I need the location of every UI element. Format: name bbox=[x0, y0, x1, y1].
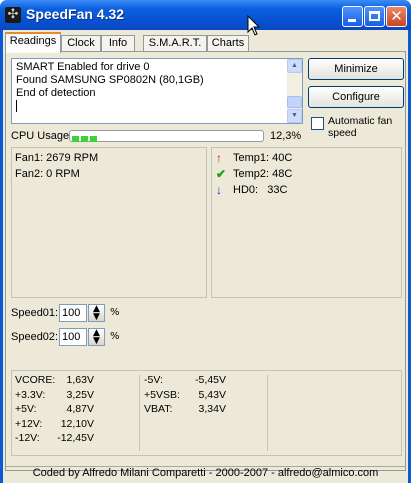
speed02-label: Speed02: bbox=[11, 331, 59, 343]
voltage-row: +5V: 4,87V bbox=[15, 403, 94, 415]
tab-clock[interactable]: Clock bbox=[61, 35, 101, 52]
close-icon: ✕ bbox=[390, 7, 403, 25]
window-title: SpeedFan 4.32 bbox=[26, 6, 125, 22]
check-icon: ✔ bbox=[216, 167, 227, 181]
maximize-icon bbox=[369, 11, 380, 21]
voltage-separator bbox=[267, 375, 268, 451]
hd0-label: HD0: 33C bbox=[233, 184, 288, 196]
arrow-up-icon: ↑ bbox=[216, 151, 222, 165]
voltage-row: +12V: 12,10V bbox=[15, 417, 94, 430]
speed01-spinner-icon[interactable]: ▲ ▼ bbox=[88, 304, 105, 322]
voltage-row: +3.3V: 3,25V bbox=[15, 388, 94, 401]
minimize-button[interactable]: Minimize bbox=[308, 58, 404, 80]
voltage-row: +5VSB: 5,43V bbox=[144, 388, 226, 401]
voltages-column-1: VCORE: 1,63V +3.3V: 3,25V +5V: 4,87V +12V: 1… bbox=[15, 374, 135, 447]
credits-footer: Coded by Alfredo Milani Comparetti - 200… bbox=[32, 467, 379, 479]
speedfan-app-icon[interactable]: ✣ bbox=[5, 7, 21, 23]
speed02-input[interactable]: 100 bbox=[59, 328, 87, 346]
title-bar[interactable]: ✣ SpeedFan 4.32 ✕ bbox=[0, 0, 411, 30]
log-line: End of detection bbox=[16, 87, 96, 99]
maximize-window-button[interactable] bbox=[364, 6, 385, 27]
fan2-reading: Fan2: 0 RPM bbox=[15, 168, 80, 180]
log-line: SMART Enabled for drive 0 bbox=[16, 61, 150, 73]
speed02-spinner-icon[interactable]: ▲ ▼ bbox=[88, 328, 105, 346]
scroll-up-icon[interactable]: ▲ bbox=[287, 59, 302, 73]
text-caret bbox=[16, 100, 17, 112]
automatic-fan-speed-label: Automatic fan speed bbox=[328, 115, 393, 139]
temp1-label: Temp1: 40C bbox=[233, 152, 293, 164]
automatic-fan-speed-checkbox[interactable] bbox=[311, 117, 324, 130]
minimize-window-button[interactable] bbox=[342, 6, 363, 27]
voltage-row: VCORE: 1,63V bbox=[15, 374, 94, 386]
fan1-reading: Fan1: 2679 RPM bbox=[15, 152, 99, 164]
cpu-usage-fill bbox=[72, 133, 99, 142]
readings-panel: SMART Enabled for drive 0 Found SAMSUNG … bbox=[5, 51, 406, 471]
close-window-button[interactable]: ✕ bbox=[386, 6, 407, 27]
detection-log[interactable]: SMART Enabled for drive 0 Found SAMSUNG … bbox=[11, 58, 303, 124]
configure-button[interactable]: Configure bbox=[308, 86, 404, 108]
voltages-column-2: -5V: -5,45V +5VSB: 5,43V VBAT: 3,34V bbox=[144, 374, 264, 418]
speed01-unit: % bbox=[110, 307, 120, 318]
scroll-down-icon[interactable]: ▼ bbox=[287, 109, 302, 123]
speedfan-window: ✣ SpeedFan 4.32 ✕ Readings Clock Info S.… bbox=[0, 0, 411, 483]
arrow-down-icon: ↓ bbox=[216, 183, 222, 197]
speed01-label: Speed01: bbox=[11, 307, 59, 319]
tab-info[interactable]: Info bbox=[101, 35, 135, 52]
cpu-segment bbox=[72, 136, 79, 142]
tab-smart[interactable]: S.M.A.R.T. bbox=[143, 35, 207, 52]
fans-panel: Fan1: 2679 RPM Fan2: 0 RPM bbox=[11, 147, 207, 298]
scroll-thumb[interactable] bbox=[287, 96, 302, 108]
voltage-row: VBAT: 3,34V bbox=[144, 403, 226, 415]
cpu-segment bbox=[81, 136, 88, 142]
client-area: Readings Clock Info S.M.A.R.T. Charts SM… bbox=[3, 30, 408, 483]
speed01-input[interactable]: 100 bbox=[59, 304, 87, 322]
tab-readings[interactable]: Readings bbox=[5, 32, 61, 53]
cpu-usage-label: CPU Usage bbox=[11, 130, 70, 142]
voltage-row: -12V: -12,45V bbox=[15, 432, 94, 444]
mouse-cursor-icon bbox=[247, 15, 261, 36]
minimize-icon bbox=[348, 19, 356, 22]
tab-charts[interactable]: Charts bbox=[207, 35, 249, 52]
temperatures-panel: ↑ Temp1: 40C ✔ Temp2: 48C ↓ HD0: 33C bbox=[211, 147, 402, 298]
log-scrollbar[interactable]: ▲ ▼ bbox=[287, 59, 302, 123]
voltages-panel: VCORE: 1,63V +3.3V: 3,25V +5V: 4,87V +12V: 1… bbox=[11, 370, 402, 456]
temp2-label: Temp2: 48C bbox=[233, 168, 293, 180]
cpu-usage-percent: 12,3% bbox=[270, 130, 302, 142]
speed02-unit: % bbox=[110, 331, 120, 342]
cpu-segment bbox=[90, 136, 97, 142]
voltage-row: -5V: -5,45V bbox=[144, 374, 226, 386]
cpu-usage-bar bbox=[69, 130, 264, 142]
voltage-separator bbox=[139, 375, 140, 451]
log-line: Found SAMSUNG SP0802N (80,1GB) bbox=[16, 74, 204, 86]
